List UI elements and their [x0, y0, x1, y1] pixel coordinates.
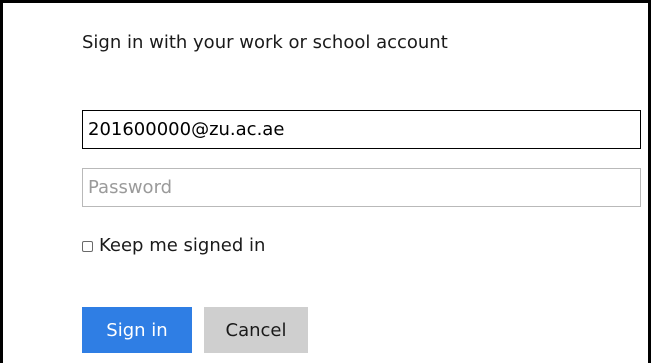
cancel-button[interactable]: Cancel	[204, 307, 308, 353]
password-field[interactable]	[82, 168, 641, 207]
keep-signed-in-checkbox[interactable]	[82, 240, 93, 252]
sign-in-button[interactable]: Sign in	[82, 307, 192, 353]
keep-signed-in-label[interactable]: Keep me signed in	[99, 235, 265, 256]
username-field[interactable]	[82, 110, 641, 149]
sign-in-panel: Sign in with your work or school account…	[0, 0, 651, 363]
keep-signed-in-option[interactable]: Keep me signed in	[82, 233, 265, 257]
sign-in-heading: Sign in with your work or school account	[82, 32, 448, 53]
